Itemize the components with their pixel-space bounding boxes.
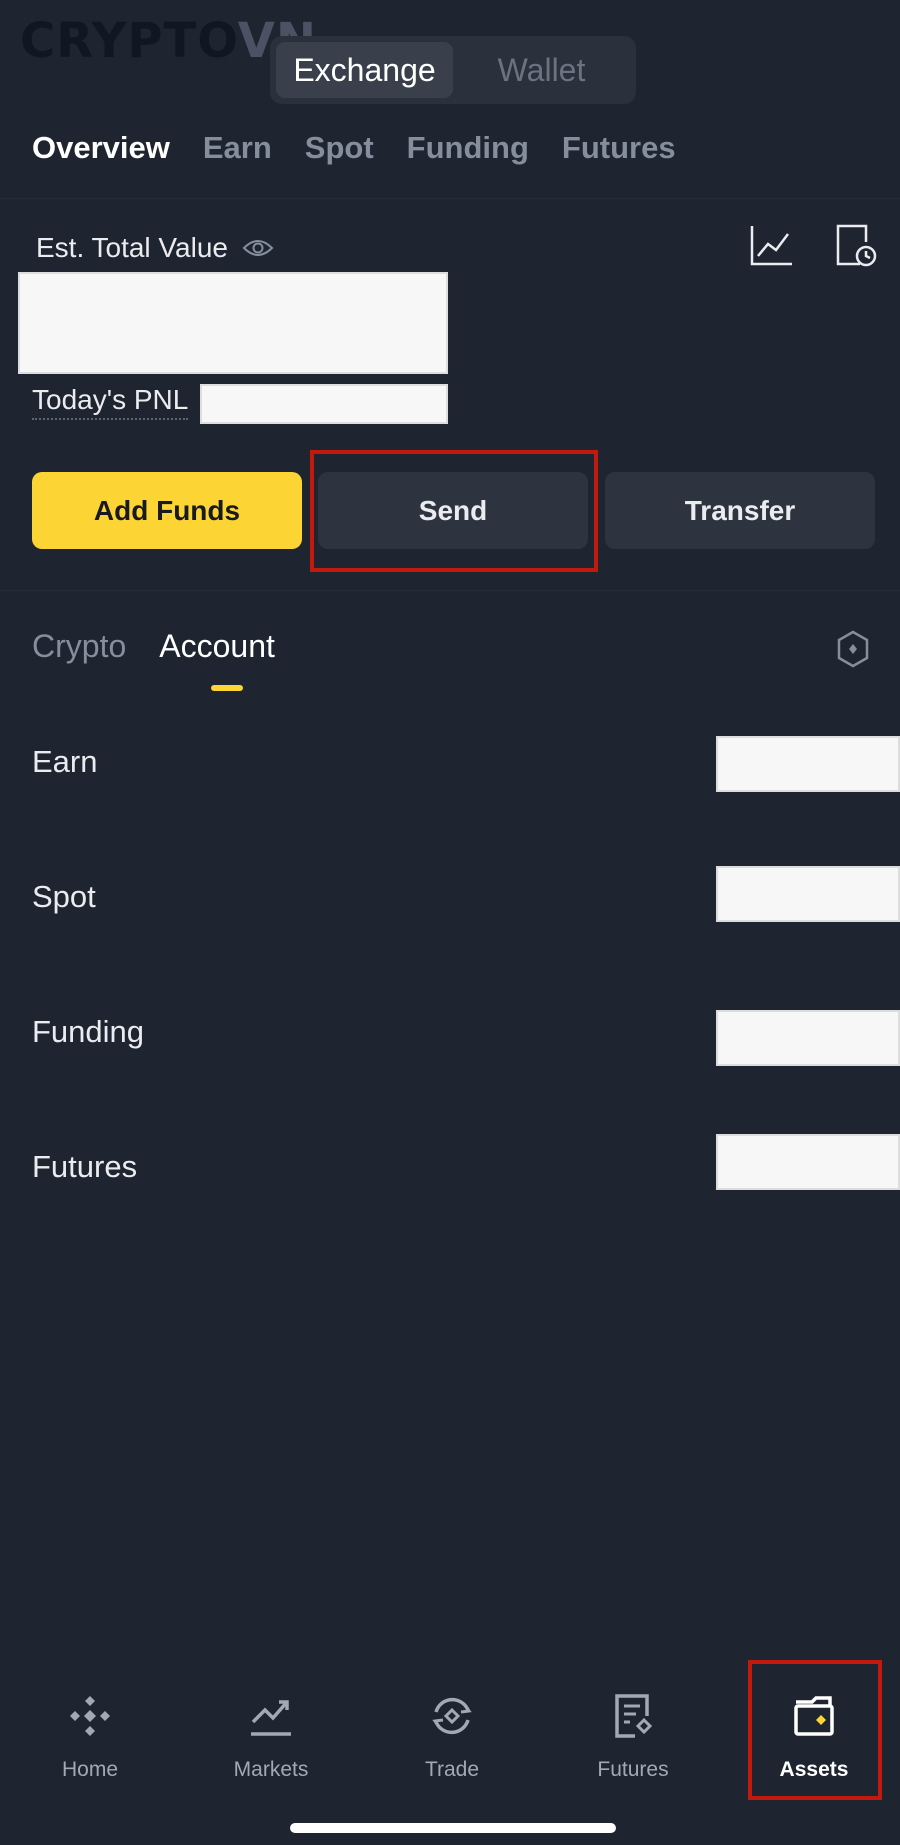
header-divider [0, 198, 900, 199]
est-total-value-text: Est. Total Value [36, 232, 228, 263]
futures-value-redacted [716, 1134, 900, 1190]
funding-value-redacted [716, 1010, 900, 1066]
est-total-value-label: Est. Total Value [36, 232, 274, 264]
home-indicator [290, 1823, 616, 1833]
total-value-redacted [18, 272, 448, 374]
trade-icon [428, 1692, 476, 1740]
wallet-toggle[interactable]: Wallet [453, 42, 630, 98]
eye-icon[interactable] [242, 238, 274, 258]
nav-futures[interactable]: Futures [573, 1660, 693, 1782]
exchange-wallet-switch: Exchange Wallet [270, 36, 636, 104]
account-row-funding[interactable]: Funding [32, 1014, 144, 1050]
chart-icon[interactable] [748, 222, 796, 270]
asset-view-tabs: Crypto Account [32, 628, 275, 665]
todays-pnl-label: Today's PNL [32, 384, 189, 420]
tab-earn[interactable]: Earn [203, 130, 272, 166]
tab-account[interactable]: Account [159, 628, 275, 665]
active-tab-indicator [211, 685, 243, 691]
tab-funding[interactable]: Funding [407, 130, 529, 166]
tab-crypto[interactable]: Crypto [32, 628, 126, 665]
bottom-navigation: Home Markets Trade Futures Assets [0, 1660, 900, 1800]
nav-markets-label: Markets [233, 1758, 309, 1781]
add-funds-button[interactable]: Add Funds [32, 472, 302, 549]
account-row-spot[interactable]: Spot [32, 879, 96, 915]
nav-trade[interactable]: Trade [392, 1660, 512, 1782]
pnl-value-redacted [200, 384, 448, 424]
tab-futures[interactable]: Futures [562, 130, 676, 166]
nav-home[interactable]: Home [30, 1660, 150, 1782]
account-row-earn[interactable]: Earn [32, 744, 97, 780]
exchange-toggle[interactable]: Exchange [276, 42, 453, 98]
earn-value-redacted [716, 736, 900, 792]
nav-markets[interactable]: Markets [211, 1660, 331, 1782]
spot-value-redacted [716, 866, 900, 922]
category-tabs: Overview Earn Spot Funding Futures [32, 130, 676, 166]
tab-spot[interactable]: Spot [305, 130, 374, 166]
settings-hex-icon[interactable] [836, 630, 870, 668]
markets-icon [247, 1692, 295, 1740]
futures-icon [609, 1692, 657, 1740]
account-row-futures[interactable]: Futures [32, 1149, 137, 1185]
assets-highlight-box [748, 1660, 882, 1800]
history-icon[interactable] [832, 222, 880, 270]
home-icon [66, 1692, 114, 1740]
nav-trade-label: Trade [424, 1758, 480, 1781]
nav-futures-label: Futures [597, 1758, 669, 1781]
send-highlight-box [310, 450, 598, 572]
tab-overview[interactable]: Overview [32, 130, 170, 166]
actions-divider [0, 590, 900, 591]
transfer-button[interactable]: Transfer [605, 472, 875, 549]
nav-home-label: Home [61, 1758, 119, 1781]
